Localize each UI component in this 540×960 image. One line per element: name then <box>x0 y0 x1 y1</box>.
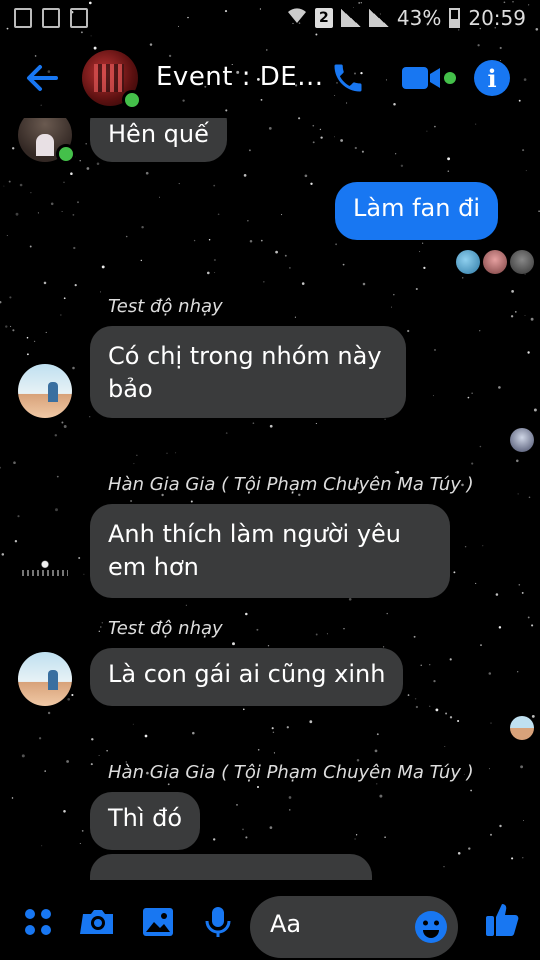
message-bubble[interactable]: Có chị trong nhóm này bảo <box>90 326 406 418</box>
conversation-header: Event : DE... i <box>0 38 540 118</box>
back-arrow-icon[interactable] <box>22 58 62 98</box>
seen-avatar <box>456 250 480 274</box>
sender-avatar[interactable] <box>18 652 72 706</box>
message-text: Là con gái ai cũng xinh <box>108 660 386 688</box>
image-notification-icon <box>14 8 32 28</box>
message-text: Có chị trong nhóm này bảo <box>108 342 382 403</box>
wifi-icon <box>287 6 307 30</box>
online-indicator <box>56 144 76 164</box>
battery-icon <box>449 8 461 28</box>
message-bubble[interactable]: Hên quế <box>90 118 227 162</box>
recycle-notification-icon <box>70 8 88 28</box>
battery-percent: 43% <box>396 6 442 30</box>
message-input-placeholder: Aa <box>270 910 302 938</box>
seen-avatar <box>510 428 534 452</box>
sender-name: Test độ nhạy <box>108 296 223 317</box>
video-camera-icon[interactable] <box>400 64 458 92</box>
message-text: Hên quế <box>108 120 209 148</box>
more-apps-icon[interactable] <box>20 904 56 940</box>
message-text: Thì đó <box>108 804 183 832</box>
message-list[interactable]: Hên quế Làm fan đi Test độ nhạy Có chị t… <box>0 118 540 880</box>
status-bar: 2 43% 20:59 <box>0 0 540 38</box>
file-notification-icon <box>42 8 60 28</box>
sender-name: Hàn Gia Gia ( Tội Phạm Chuyên Ma Túy ) <box>108 474 474 495</box>
sender-name: Hàn Gia Gia ( Tội Phạm Chuyên Ma Túy ) <box>108 762 474 783</box>
message-bubble[interactable]: Là con gái ai cũng xinh <box>90 648 404 706</box>
phone-icon[interactable] <box>330 60 366 96</box>
message-text: Làm fan đi <box>353 194 480 222</box>
my-message-bubble[interactable]: Làm fan đi <box>335 182 498 240</box>
info-icon[interactable]: i <box>474 60 510 96</box>
message-bubble[interactable]: Anh thích làm người yêu em hơn <box>90 504 450 598</box>
partial-message-bubble[interactable] <box>90 854 372 880</box>
clock: 20:59 <box>468 6 526 30</box>
sim-slot-badge: 2 <box>314 8 333 28</box>
sender-avatar[interactable] <box>18 540 72 594</box>
online-indicator <box>122 90 142 110</box>
sender-avatar[interactable] <box>18 364 72 418</box>
camera-icon[interactable] <box>80 904 116 940</box>
seen-avatar <box>510 250 534 274</box>
message-bubble[interactable]: Thì đó <box>90 792 201 850</box>
emoji-icon[interactable] <box>414 910 448 944</box>
signal-icon <box>340 9 361 27</box>
like-icon[interactable] <box>484 900 520 936</box>
message-input[interactable]: Aa <box>250 896 458 958</box>
message-composer: Aa <box>0 880 540 960</box>
signal-icon-2 <box>368 9 389 27</box>
seen-avatar <box>483 250 507 274</box>
message-text: Anh thích làm người yêu em hơn <box>108 520 401 581</box>
sender-name: Test độ nhạy <box>108 618 223 639</box>
conversation-title[interactable]: Event : DE... <box>156 62 324 92</box>
gallery-icon[interactable] <box>140 904 176 940</box>
microphone-icon[interactable] <box>200 904 236 940</box>
seen-avatar <box>510 716 534 740</box>
